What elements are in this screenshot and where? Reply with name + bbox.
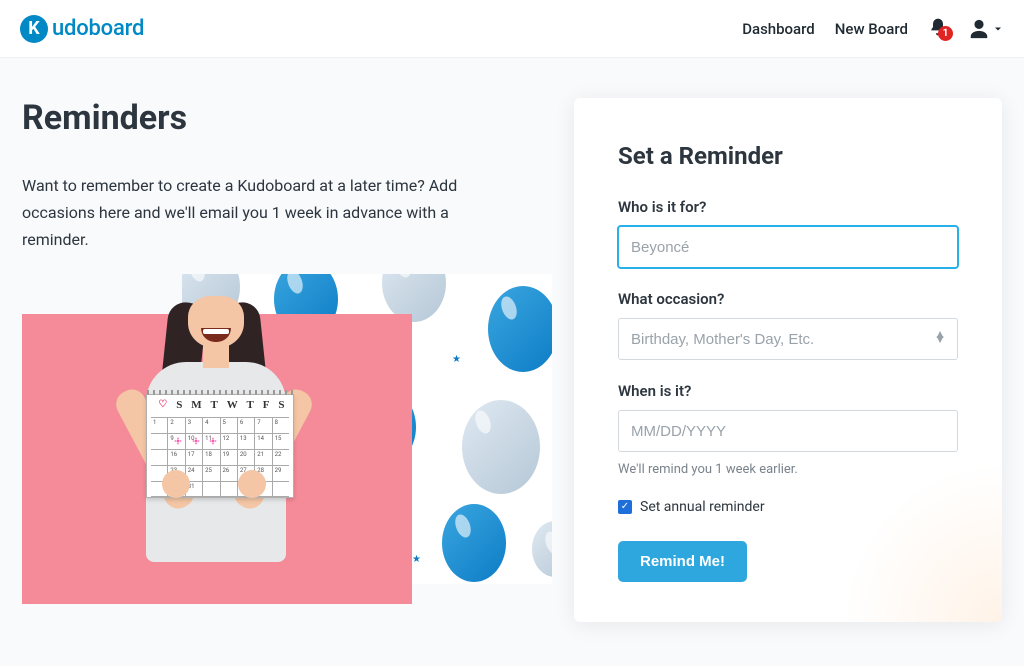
page-description: Want to remember to create a Kudoboard a…: [22, 172, 482, 254]
reminder-hint: We'll remind you 1 week earlier.: [618, 462, 958, 477]
notifications-button[interactable]: 1: [928, 17, 948, 41]
when-label: When is it?: [618, 382, 958, 400]
top-nav: K udoboard Dashboard New Board 1: [0, 0, 1024, 58]
user-icon: [968, 18, 990, 40]
notification-badge: 1: [938, 26, 953, 41]
who-input[interactable]: [618, 226, 958, 268]
checkbox-checked-icon: ✓: [618, 500, 632, 514]
chevron-down-icon: [992, 23, 1004, 35]
user-menu[interactable]: [968, 18, 1004, 40]
page-title: Reminders: [22, 98, 554, 138]
calendar-photo: ♡ SMTWTFS 12345678 9101112131415 1617181…: [22, 314, 412, 604]
select-arrow-icon: ▲▼: [934, 332, 946, 342]
annual-reminder-label: Set annual reminder: [640, 499, 765, 515]
occasion-label: What occasion?: [618, 290, 958, 308]
form-title: Set a Reminder: [618, 142, 958, 170]
brand-mark: K: [20, 15, 48, 43]
annual-reminder-checkbox[interactable]: ✓ Set annual reminder: [618, 499, 958, 515]
brand-text: udoboard: [52, 16, 144, 41]
when-input[interactable]: [618, 410, 958, 452]
new-board-link[interactable]: New Board: [835, 20, 908, 38]
brand-logo[interactable]: K udoboard: [20, 15, 144, 43]
dashboard-link[interactable]: Dashboard: [742, 20, 815, 38]
occasion-select[interactable]: [618, 318, 958, 360]
who-label: Who is it for?: [618, 198, 958, 216]
reminder-form-card: Set a Reminder Who is it for? What occas…: [574, 98, 1002, 622]
hero-images: ★ ★ ★ ★ ♡ SMTWTFS: [22, 274, 554, 614]
remind-me-button[interactable]: Remind Me!: [618, 541, 747, 582]
